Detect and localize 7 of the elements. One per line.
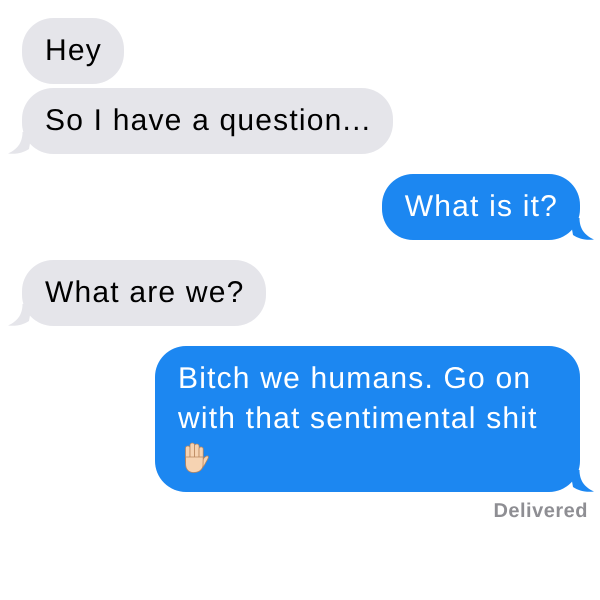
- message-text: Hey: [45, 33, 102, 69]
- message-text: What is it?: [404, 189, 558, 225]
- delivery-status: Delivered: [493, 500, 588, 522]
- message-text: Bitch we humans. Go on with that sentimental shit: [178, 361, 539, 437]
- hand-icon: [182, 442, 209, 473]
- message-text: So I have a question...: [45, 103, 372, 139]
- message-text: What are we?: [45, 275, 244, 311]
